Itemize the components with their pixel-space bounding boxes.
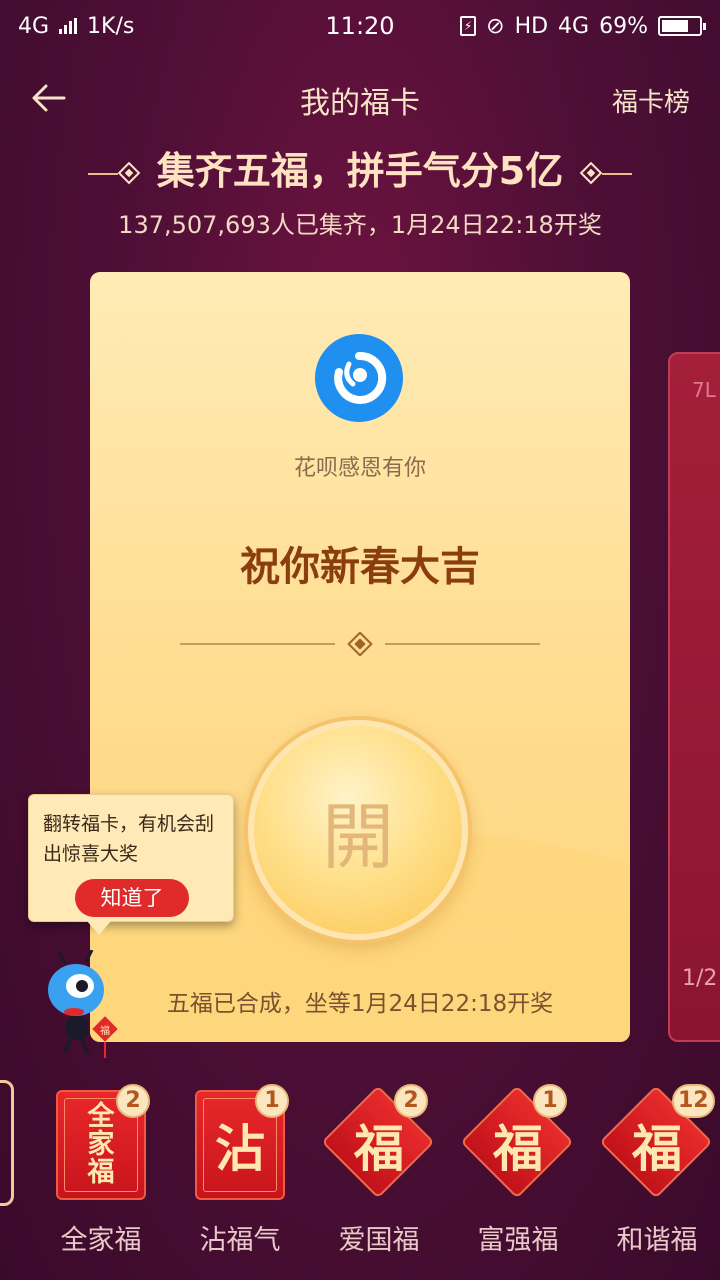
fu-card-name: 全家福 <box>60 1225 142 1256</box>
banner-subtitle: 137,507,693人已集齐，1月24日22:18开奖 <box>118 211 602 239</box>
fu-card-name: 沾福气 <box>199 1225 281 1256</box>
count-badge: 1 <box>255 1084 289 1118</box>
banner-title: 集齐五福，拼手气分5亿 <box>0 140 720 195</box>
card-greeting: 祝你新春大吉 <box>240 544 480 590</box>
signal-icon <box>59 18 78 34</box>
status-bar: 4G 1K/s 11:20 ⚡ ⊘ HD 4G 69% <box>0 0 720 52</box>
fu-card-name: 富强福 <box>477 1225 559 1256</box>
diamond-deco-icon <box>580 161 633 184</box>
network-type-2: 4G <box>558 13 590 39</box>
fu-glyph-text: 全家福 <box>87 1101 115 1188</box>
next-card-text: 7L <box>692 378 716 402</box>
tip-popup: 翻转福卡，有机会刮出惊喜大奖 知道了 <box>28 794 234 935</box>
fu-card-strip: 全家福 2 全家福 沾 1 沾福气 福 2 爱国福 福 1 富强福 福 12 和… <box>0 1076 720 1280</box>
battery-percent: 69% <box>599 13 648 39</box>
card-status: 五福已合成，坐等1月24日22:18开奖 <box>166 991 554 1017</box>
divider-diamond-icon <box>180 632 540 656</box>
huabei-logo-icon <box>315 334 403 422</box>
open-button-label: 開 <box>321 794 394 879</box>
fu-card[interactable]: 花呗感恩有你 祝你新春大吉 開 五福已合成，坐等1月24日22:18开奖 <box>90 272 630 1042</box>
count-badge: 12 <box>672 1084 715 1118</box>
charging-icon: ⚡ <box>460 16 477 36</box>
open-button[interactable]: 開 <box>248 720 468 940</box>
header: 我的福卡 福卡榜 <box>0 70 720 126</box>
count-badge: 2 <box>116 1084 150 1118</box>
network-type: 4G <box>18 13 50 39</box>
svg-text:福: 福 <box>100 1024 110 1037</box>
fu-card-name: 和谐福 <box>616 1225 698 1256</box>
card-pager: 1/2 <box>682 966 718 991</box>
hd-label: HD <box>514 13 549 39</box>
clock: 11:20 <box>325 12 395 40</box>
mute-icon: ⊘ <box>486 13 505 39</box>
ant-mascot-icon[interactable]: 福 <box>44 950 128 1062</box>
banner-title-text: 集齐五福，拼手气分5亿 <box>156 149 564 193</box>
count-badge: 2 <box>394 1084 428 1118</box>
network-speed: 1K/s <box>87 13 135 39</box>
got-it-button[interactable]: 知道了 <box>75 879 189 917</box>
tip-text: 翻转福卡，有机会刮出惊喜大奖 <box>43 813 215 865</box>
card-brand: 花呗感恩有你 <box>293 456 426 481</box>
battery-icon <box>658 16 706 36</box>
next-card[interactable]: 7L 1/2 <box>668 352 720 1042</box>
diamond-deco-icon <box>87 161 140 184</box>
fu-card-name: 爱国福 <box>338 1225 420 1256</box>
count-badge: 1 <box>533 1084 567 1118</box>
ranking-link[interactable]: 福卡榜 <box>612 82 690 119</box>
selected-card-frame[interactable] <box>0 1080 14 1206</box>
